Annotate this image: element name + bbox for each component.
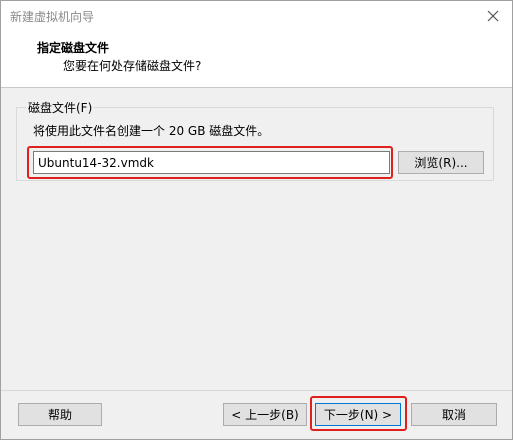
close-button[interactable] — [482, 5, 504, 27]
new-vm-wizard-window: 新建虚拟机向导 指定磁盘文件 您要在何处存储磁盘文件? 磁盘文件(F) 将使用此… — [0, 0, 513, 440]
close-icon — [487, 10, 499, 22]
disk-file-group: 磁盘文件(F) 将使用此文件名创建一个 20 GB 磁盘文件。 浏览(R)... — [16, 99, 494, 181]
page-title: 指定磁盘文件 — [37, 41, 110, 55]
cancel-button[interactable]: 取消 — [411, 403, 497, 426]
wizard-content: 磁盘文件(F) 将使用此文件名创建一个 20 GB 磁盘文件。 浏览(R)... — [1, 89, 512, 389]
help-button[interactable]: 帮助 — [18, 403, 102, 426]
title-bar: 新建虚拟机向导 — [1, 1, 512, 32]
window-title: 新建虚拟机向导 — [10, 10, 95, 24]
disk-file-group-label: 磁盘文件(F) — [26, 99, 95, 116]
footer-divider — [1, 390, 512, 391]
wizard-header: 指定磁盘文件 您要在何处存储磁盘文件? — [1, 32, 512, 88]
page-subtitle: 您要在何处存储磁盘文件? — [63, 59, 202, 73]
back-button[interactable]: < 上一步(B) — [223, 403, 307, 426]
disk-file-description: 将使用此文件名创建一个 20 GB 磁盘文件。 — [33, 124, 270, 138]
disk-file-name-input[interactable] — [33, 151, 390, 174]
browse-button[interactable]: 浏览(R)... — [398, 151, 484, 174]
next-button[interactable]: 下一步(N) > — [315, 403, 401, 426]
